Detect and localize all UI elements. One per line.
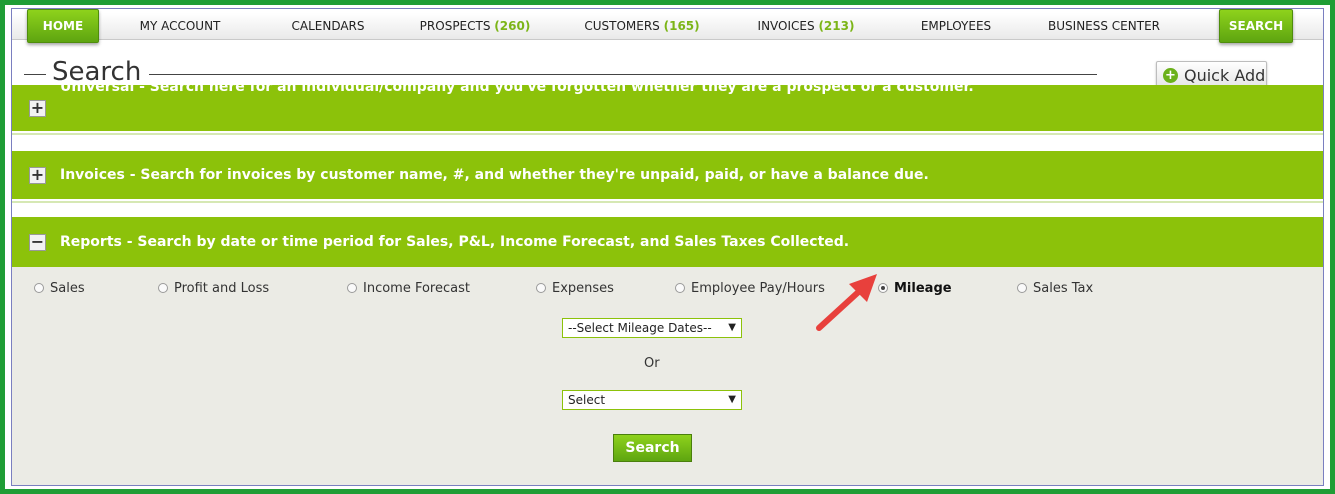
- panel-label: Universal - Search here for an individua…: [60, 85, 974, 95]
- panel-invoices[interactable]: + Invoices - Search for invoices by cust…: [12, 151, 1323, 199]
- period-select[interactable]: Select ▼: [562, 390, 742, 410]
- radio-profit-and-loss[interactable]: Profit and Loss: [158, 281, 269, 296]
- radio-label: Expenses: [552, 281, 614, 296]
- radio-employee-pay-hours[interactable]: Employee Pay/Hours: [675, 281, 825, 296]
- radio-sales[interactable]: Sales: [34, 281, 85, 296]
- radio-circle[interactable]: [158, 283, 168, 293]
- select-value: Select: [568, 393, 606, 407]
- nav-count-badge: (165): [663, 19, 700, 33]
- plus-icon[interactable]: +: [29, 167, 46, 184]
- radio-income-forecast[interactable]: Income Forecast: [347, 281, 470, 296]
- or-label: Or: [644, 356, 660, 371]
- app-window: HOME MY ACCOUNT CALENDARS PROSPECTS (260…: [11, 8, 1324, 486]
- main-nav: HOME MY ACCOUNT CALENDARS PROSPECTS (260…: [12, 9, 1323, 43]
- radio-mileage[interactable]: Mileage: [878, 281, 952, 296]
- quick-add-button[interactable]: + Quick Add: [1156, 61, 1267, 88]
- select-value: --Select Mileage Dates--: [568, 321, 712, 335]
- panel-reports[interactable]: − Reports - Search by date or time perio…: [12, 217, 1323, 267]
- nav-label: BUSINESS CENTER: [1048, 19, 1160, 33]
- nav-prospects[interactable]: PROSPECTS (260): [420, 13, 531, 39]
- nav-label: EMPLOYEES: [920, 19, 992, 33]
- nav-count-badge: (260): [494, 19, 531, 33]
- nav-label: INVOICES: [757, 19, 815, 33]
- mileage-dates-select[interactable]: --Select Mileage Dates-- ▼: [562, 318, 742, 338]
- dropdown-arrow-icon: ▼: [728, 322, 736, 333]
- radio-circle[interactable]: [675, 283, 685, 293]
- radio-circle[interactable]: [1017, 283, 1027, 293]
- plus-icon[interactable]: +: [29, 100, 46, 117]
- nav-label: CALENDARS: [291, 19, 365, 33]
- nav-customers[interactable]: CUSTOMERS (165): [584, 13, 699, 39]
- search-button[interactable]: Search: [613, 434, 692, 462]
- radio-expenses[interactable]: Expenses: [536, 281, 614, 296]
- nav-label: PROSPECTS: [419, 19, 491, 33]
- radio-circle[interactable]: [34, 283, 44, 293]
- nav-count-badge: (213): [818, 19, 855, 33]
- radio-circle[interactable]: [536, 283, 546, 293]
- panel-label: Invoices - Search for invoices by custom…: [60, 167, 929, 183]
- panel-label: Reports - Search by date or time period …: [60, 234, 850, 250]
- title-divider-right: [149, 74, 1097, 75]
- nav-search-tab[interactable]: SEARCH: [1219, 9, 1293, 43]
- radio-label: Profit and Loss: [174, 281, 270, 296]
- radio-label: Mileage: [894, 281, 952, 296]
- annotation-arrow-icon: [816, 274, 877, 331]
- nav-label: MY ACCOUNT: [139, 19, 221, 33]
- panel-separator: [12, 201, 1323, 203]
- radio-label: Income Forecast: [363, 281, 470, 296]
- title-divider-left: [24, 74, 46, 75]
- nav-my-account[interactable]: MY ACCOUNT: [140, 13, 221, 39]
- quick-add-label: Quick Add: [1184, 66, 1266, 85]
- reports-content: Sales Profit and Loss Income Forecast Ex…: [12, 267, 1323, 485]
- page-title: Search: [52, 57, 142, 87]
- nav-label: CUSTOMERS: [584, 19, 660, 33]
- radio-sales-tax[interactable]: Sales Tax: [1017, 281, 1093, 296]
- plus-circle-icon: +: [1163, 68, 1178, 83]
- radio-circle[interactable]: [347, 283, 357, 293]
- radio-label: Sales: [50, 281, 85, 296]
- radio-label: Sales Tax: [1033, 281, 1094, 296]
- minus-icon[interactable]: −: [29, 234, 46, 251]
- nav-calendars[interactable]: CALENDARS: [291, 13, 364, 39]
- panel-universal[interactable]: + Universal - Search here for an individ…: [12, 85, 1323, 131]
- panel-separator: [12, 133, 1323, 135]
- nav-employees[interactable]: EMPLOYEES: [921, 13, 991, 39]
- nav-home-tab[interactable]: HOME: [27, 9, 99, 43]
- nav-invoices[interactable]: INVOICES (213): [758, 13, 855, 39]
- nav-business-center[interactable]: BUSINESS CENTER: [1048, 13, 1160, 39]
- dropdown-arrow-icon: ▼: [728, 394, 736, 405]
